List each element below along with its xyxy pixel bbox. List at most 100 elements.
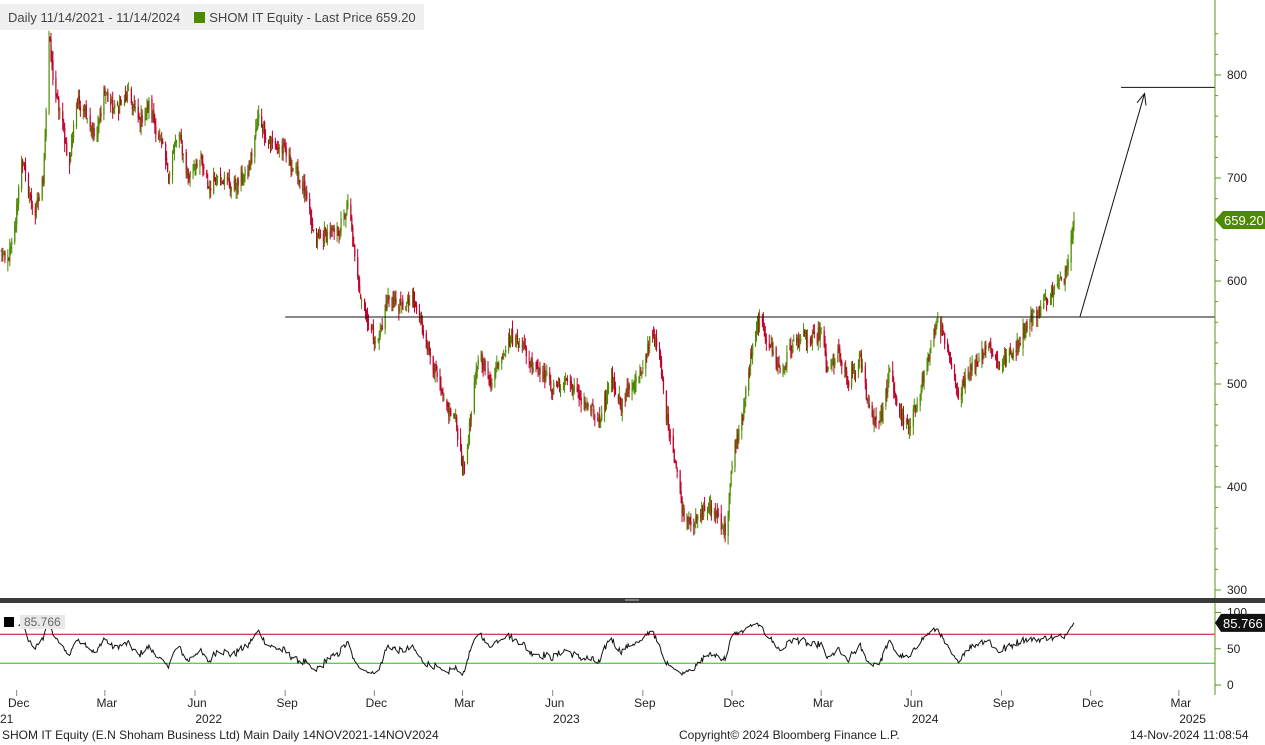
candle-body (48, 38, 50, 113)
candle-body (38, 197, 40, 202)
candle-body (923, 371, 925, 383)
candle-body (477, 360, 479, 365)
candle-body (312, 224, 314, 228)
candle-body (171, 155, 174, 176)
candle-body (587, 403, 589, 407)
candle-body (731, 465, 733, 471)
month-label: Sep (993, 696, 1015, 710)
candle-body (31, 206, 34, 208)
candle-body (359, 285, 361, 293)
year-label: 2023 (553, 712, 580, 726)
candle-body (114, 104, 116, 109)
candle-body (379, 331, 381, 337)
candle-body (367, 323, 370, 325)
legend-series: SHOM IT Equity - Last Price 659.20 (194, 10, 416, 25)
candle-body (45, 110, 47, 137)
candle-body (85, 104, 87, 120)
candle-body (217, 175, 219, 177)
candle-body (43, 159, 45, 184)
candle-body (192, 170, 194, 174)
price-overlays (285, 86, 1215, 318)
price-axis-label: 700 (1227, 171, 1247, 185)
month-label: Jun (545, 696, 564, 710)
candle-body (278, 147, 280, 150)
candle-body (299, 180, 301, 183)
price-axis-label: 500 (1227, 377, 1247, 391)
candle-body (992, 354, 994, 357)
candle-body (745, 388, 747, 400)
candle-body (951, 362, 953, 370)
candle-body (690, 521, 692, 526)
rsi-last-label: 85.766 (1223, 616, 1263, 631)
price-candles (0, 30, 1075, 545)
year-label: 2021 (0, 712, 14, 726)
candle-body (896, 397, 898, 405)
candle-body (902, 414, 905, 425)
candle-body (326, 231, 328, 243)
candle-body (662, 378, 665, 390)
candle-body (1040, 306, 1042, 316)
candle-body (971, 361, 973, 372)
candle-body (512, 329, 514, 345)
candle-body (738, 429, 740, 440)
candle-body (573, 385, 575, 392)
candle-body (1067, 260, 1069, 269)
target-arrow-shaft (1079, 93, 1146, 318)
candle-body (841, 361, 843, 367)
candle-body (820, 328, 822, 330)
candle-body (649, 336, 651, 346)
candle-body (656, 338, 658, 347)
price-axis: 300 400 500 600 700 800 659.20 (1214, 0, 1265, 598)
candle-body (546, 372, 548, 375)
rsi-line (18, 622, 1075, 676)
price-axis-label: 400 (1227, 480, 1247, 494)
candle-body (141, 114, 143, 123)
candle-body (793, 340, 795, 342)
candle-body (491, 382, 493, 388)
candle-body (361, 300, 363, 302)
candle-body (591, 406, 593, 413)
candle-body (669, 435, 671, 438)
candle-body (117, 103, 119, 106)
candle-body (848, 381, 850, 387)
rsi-legend: 85.766 (4, 613, 65, 630)
candle-body (100, 113, 102, 117)
candle-body (395, 298, 397, 304)
candle-body (210, 188, 212, 191)
candle-body (148, 100, 150, 111)
candle-body (487, 368, 489, 376)
candle-body (1012, 350, 1014, 358)
candle-body (440, 385, 442, 390)
candle-body (457, 428, 459, 440)
candle-body (1058, 279, 1061, 281)
candle-body (52, 60, 54, 80)
candle-body (55, 77, 57, 96)
year-label: 2022 (195, 712, 222, 726)
month-label: Jun (904, 696, 923, 710)
candle-body (422, 329, 425, 336)
panel-separator[interactable] (0, 598, 1265, 603)
candle-body (223, 175, 226, 186)
rsi-legend-value: 85.766 (20, 614, 65, 629)
candle-body (388, 296, 390, 300)
candle-body (518, 346, 521, 348)
candle-body (319, 234, 322, 236)
candle-body (134, 106, 136, 109)
candle-body (752, 343, 754, 357)
candle-body (258, 113, 260, 120)
candle-body (827, 366, 829, 371)
month-label: Sep (634, 696, 656, 710)
candle-body (347, 202, 349, 206)
month-label: Jun (187, 696, 206, 710)
footer-copyright: Copyright© 2024 Bloomberg Finance L.P. (679, 728, 900, 742)
candle-body (550, 380, 552, 391)
candle-body (107, 91, 109, 102)
candle-body (889, 369, 891, 373)
candle-body (628, 384, 630, 390)
rsi-axis-label: 0 (1227, 678, 1234, 692)
candle-body (937, 321, 939, 323)
candle-body (70, 157, 72, 163)
candle-body (167, 163, 169, 173)
candle-body (484, 360, 486, 371)
candle-body (127, 88, 130, 91)
